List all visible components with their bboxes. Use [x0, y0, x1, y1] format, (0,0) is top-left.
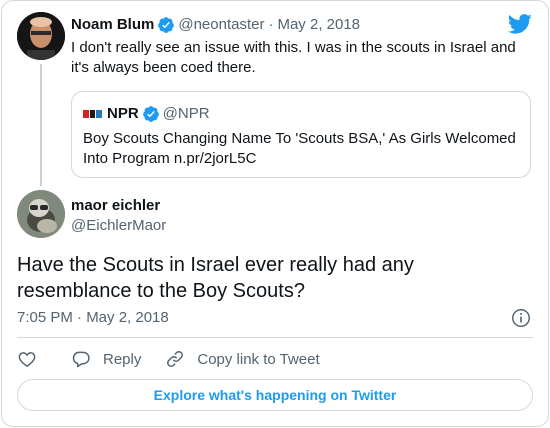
author-handle[interactable]: @EichlerMaor: [71, 216, 166, 236]
reply-icon: [72, 351, 90, 368]
quoted-tweet-text: Boy Scouts Changing Name To 'Scouts BSA,…: [83, 130, 516, 167]
info-icon[interactable]: [510, 307, 532, 329]
thread-connector-line: [40, 64, 42, 186]
main-tweet-text: Have the Scouts in Israel ever really ha…: [17, 254, 414, 302]
link-icon: [167, 351, 184, 367]
reply-button[interactable]: Reply: [71, 349, 141, 369]
explore-twitter-button[interactable]: Explore what's happening on Twitter: [17, 379, 533, 411]
separator-dot: ·: [268, 16, 274, 33]
quoted-tweet-header: NPR @NPR: [83, 104, 210, 124]
tweet-timestamp[interactable]: 7:05 PM · May 2, 2018: [17, 308, 169, 328]
avatar-image: [17, 190, 65, 238]
author-handle[interactable]: @neontaster: [178, 15, 264, 35]
quoted-tweet[interactable]: NPR @NPR Boy Scouts Changing Name To 'Sc…: [71, 91, 531, 178]
divider: [17, 337, 533, 338]
parent-tweet-text: I don't really see an issue with this. I…: [71, 39, 516, 76]
author-name[interactable]: Noam Blum: [71, 15, 154, 35]
avatar-maor-eichler[interactable]: [17, 190, 65, 238]
quoted-author-name: NPR: [107, 105, 139, 122]
like-button[interactable]: [17, 349, 37, 369]
npr-logo-icon: [83, 110, 103, 118]
verified-badge-icon: [158, 17, 175, 33]
tweet-date[interactable]: May 2, 2018: [277, 15, 360, 35]
reply-label: Reply: [103, 350, 142, 368]
twitter-bird-icon[interactable]: [508, 14, 532, 34]
copy-link-label: Copy link to Tweet: [197, 350, 320, 368]
copy-link-button[interactable]: Copy link to Tweet: [165, 349, 320, 369]
quoted-author-handle: @NPR: [162, 105, 210, 122]
author-name[interactable]: maor eichler: [71, 196, 160, 216]
verified-badge-icon: [142, 106, 159, 122]
avatar-image: [17, 12, 65, 60]
parent-tweet-header: Noam Blum @neontaster · May 2, 2018: [71, 15, 360, 35]
heart-icon: [18, 352, 36, 367]
tweet-actions: Reply Copy link to Tweet: [17, 347, 344, 371]
avatar-noam-blum[interactable]: [17, 12, 65, 60]
